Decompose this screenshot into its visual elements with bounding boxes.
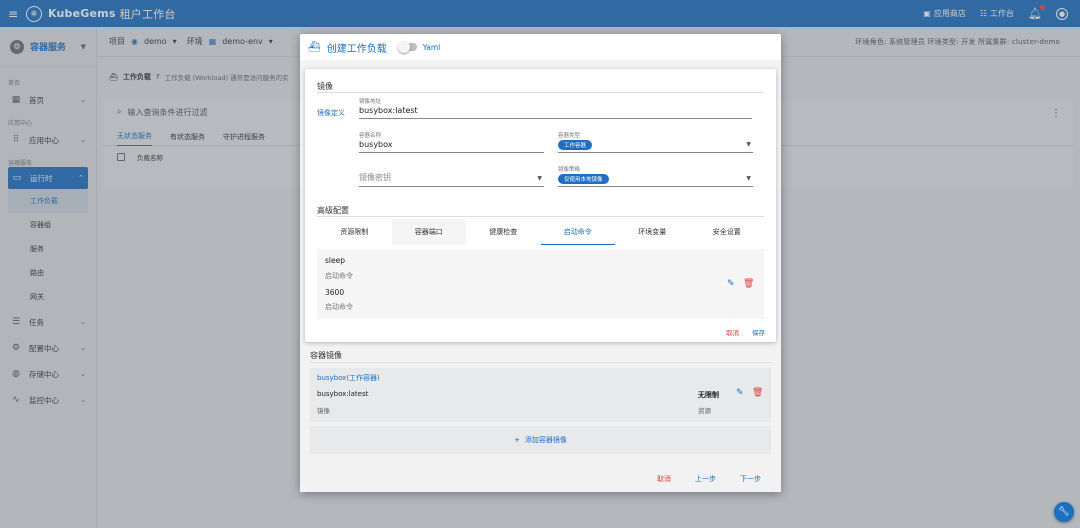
- edit-pencil-icon[interactable]: ✎: [736, 388, 744, 398]
- yaml-label: Yaml: [422, 42, 441, 52]
- image-def-label: 镜像定义: [317, 109, 345, 117]
- dropdown-arrow-icon: ▼: [746, 141, 751, 148]
- create-workload-dialog: ⛴ 创建工作负载 Yaml 镜像 镜像定义 镜像地址 busybox:lates…: [300, 34, 781, 492]
- dropdown-arrow-icon: ▼: [746, 175, 751, 182]
- yaml-toggle[interactable]: [397, 41, 417, 53]
- workload-icon: ⛴: [308, 41, 321, 53]
- image-address-value: busybox:latest: [359, 106, 418, 115]
- card-save-button[interactable]: 保存: [752, 327, 765, 337]
- container-images-title: 容器镜像: [310, 351, 342, 360]
- image-item-label: 镜像: [317, 407, 330, 415]
- card-cancel-button[interactable]: 取消: [726, 327, 739, 337]
- image-secret-select[interactable]: 镜像密钥 ▼: [359, 165, 544, 187]
- tab-resource-limits[interactable]: 资源限制: [317, 219, 392, 245]
- container-type-select[interactable]: 容器类型 工作容器 ▼: [558, 131, 753, 153]
- add-container-image-button[interactable]: + 添加容器镜像: [310, 426, 771, 454]
- divider: [317, 216, 764, 217]
- image-address-field[interactable]: 镜像地址 busybox:latest: [359, 97, 752, 119]
- advanced-tabs: 资源限制 容器端口 健康检查 启动命令 环境变量 安全设置: [317, 219, 764, 245]
- tab-security[interactable]: 安全设置: [690, 219, 765, 245]
- delete-trash-icon[interactable]: 🗑︎: [752, 388, 763, 398]
- container-type-chip: 工作容器: [558, 140, 593, 150]
- next-step-button[interactable]: 下一步: [740, 474, 761, 484]
- container-name-field[interactable]: 容器名称 busybox: [359, 131, 544, 153]
- advanced-section-title: 高级配置: [317, 206, 349, 215]
- tab-startup-command[interactable]: 启动命令: [540, 219, 615, 245]
- pull-policy-chip: 仅使用本地镜像: [558, 174, 609, 184]
- dialog-title: 创建工作负载: [326, 43, 387, 55]
- cancel-button[interactable]: 取消: [657, 474, 671, 484]
- previous-step-button[interactable]: 上一步: [695, 474, 716, 484]
- dialog-body: 镜像 镜像定义 镜像地址 busybox:latest 容器名称 busybox…: [300, 60, 781, 492]
- pull-policy-select[interactable]: 镜像策略 仅使用本地镜像 ▼: [558, 165, 753, 187]
- divider: [310, 362, 771, 363]
- tab-health-check[interactable]: 健康检查: [466, 219, 541, 245]
- tools-wrench-icon[interactable]: 🔧︎: [1054, 502, 1074, 522]
- toggle-knob: [397, 41, 410, 53]
- tab-env-vars[interactable]: 环境变量: [615, 219, 690, 245]
- resource-limit-value: 无限制: [698, 391, 719, 399]
- resource-limit-label: 资源: [698, 407, 711, 415]
- divider: [317, 92, 764, 93]
- command-value: 3600: [325, 288, 345, 297]
- image-item-name[interactable]: busybox(工作容器): [317, 373, 380, 383]
- command-hint: 启动命令: [325, 272, 353, 280]
- dialog-footer: 取消 上一步 下一步: [657, 474, 761, 484]
- dropdown-arrow-icon: ▼: [537, 175, 542, 182]
- dialog-title-bar: ⛴ 创建工作负载 Yaml: [300, 34, 781, 60]
- image-config-card: 镜像 镜像定义 镜像地址 busybox:latest 容器名称 busybox…: [305, 69, 776, 342]
- plus-icon: +: [514, 436, 520, 444]
- image-section-title: 镜像: [317, 82, 333, 91]
- command-hint: 启动命令: [325, 303, 353, 311]
- container-name-value: busybox: [359, 140, 393, 149]
- tab-container-ports[interactable]: 容器端口: [391, 219, 466, 245]
- edit-pencil-icon[interactable]: ✎: [727, 279, 735, 289]
- image-item-value: busybox:latest: [317, 390, 369, 398]
- container-image-item: busybox(工作容器) busybox:latest 镜像 无限制 资源 ✎…: [310, 368, 771, 422]
- delete-trash-icon[interactable]: 🗑︎: [743, 279, 754, 289]
- command-list: sleep 启动命令 3600 启动命令 ✎ 🗑︎: [317, 249, 764, 319]
- image-secret-placeholder: 镜像密钥: [359, 173, 391, 182]
- command-value: sleep: [325, 256, 345, 265]
